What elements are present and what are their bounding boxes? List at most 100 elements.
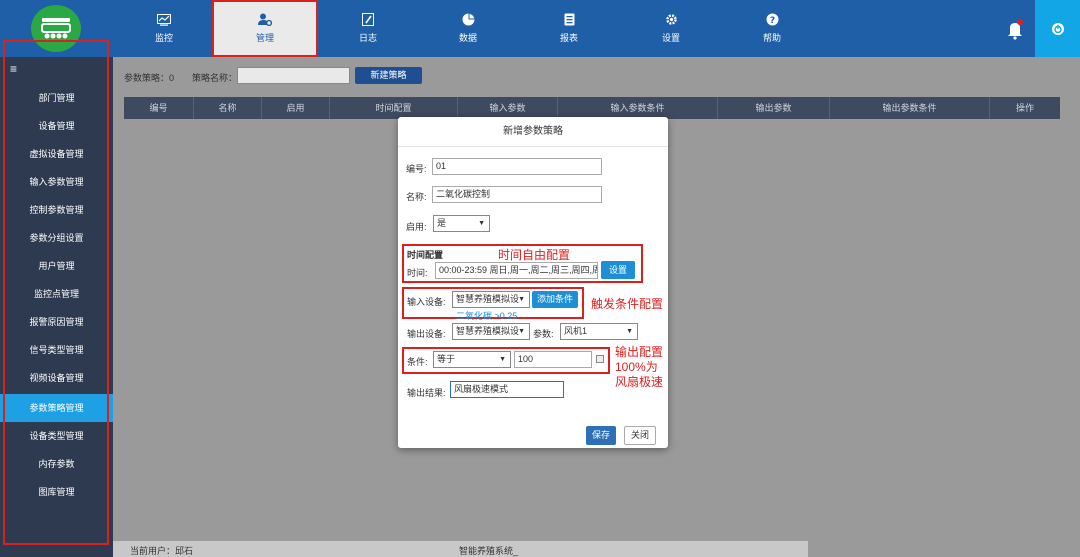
column-header-time[interactable]: 时间配置 <box>330 97 458 119</box>
sidebar-item-device-type[interactable]: 设备类型管理 <box>0 424 113 448</box>
condition-operator-select[interactable]: 等于 ▼ <box>433 351 511 368</box>
gear-icon <box>665 14 677 25</box>
table-header: 编号 名称 启用 时间配置 输入参数 输入参数条件 输出参数 输出参数条件 操作 <box>124 97 1060 119</box>
nav-label: 日志 <box>358 33 377 43</box>
sidebar-item-gallery[interactable]: 图库管理 <box>0 480 113 504</box>
nav-label: 监控 <box>154 32 173 43</box>
new-strategy-button[interactable]: 新建策略 <box>355 67 422 84</box>
condition-operator-value: 等于 <box>437 354 456 364</box>
condition-value-input[interactable]: 100 <box>514 351 592 368</box>
sidebar-item-department[interactable]: 部门管理 <box>0 86 113 110</box>
column-header-input-param[interactable]: 输入参数 <box>458 97 558 119</box>
result-input[interactable]: 风扇极速模式 <box>450 381 564 398</box>
column-header-output-condition[interactable]: 输出参数条件 <box>830 97 990 119</box>
help-icon: ? <box>766 13 778 26</box>
nav-label: 设置 <box>661 33 680 43</box>
nav-report[interactable]: 报表 <box>529 0 609 57</box>
chevron-down-icon: ▼ <box>518 296 525 303</box>
chevron-down-icon: ▼ <box>478 220 485 227</box>
enable-select[interactable]: 是 ▼ <box>433 215 490 232</box>
column-header-id[interactable]: 编号 <box>124 97 194 119</box>
nav-label: 帮助 <box>762 33 781 43</box>
sidebar-item-control-param[interactable]: 控制参数管理 <box>0 198 113 222</box>
input-device-value: 智慧养殖模拟设 <box>456 294 520 304</box>
param-select-value: 风机1 <box>564 326 588 336</box>
enable-select-value: 是 <box>437 218 447 228</box>
nav-settings[interactable]: 设置 <box>631 0 711 57</box>
sidebar-item-memory-param[interactable]: 内存参数 <box>0 452 113 476</box>
current-user: 当前用户：邱石 <box>130 546 194 556</box>
id-input[interactable]: 01 <box>432 158 602 175</box>
strategy-name-label: 策略名称： <box>192 73 238 83</box>
annotation-output-line3: 风扇极速 <box>615 375 664 389</box>
strategy-name-input[interactable] <box>237 67 350 84</box>
annotation-output-line1: 输出配置 <box>615 345 664 359</box>
condition-label: 条件: <box>407 357 428 367</box>
nav-label: 管理 <box>255 33 274 43</box>
add-condition-button[interactable]: 添加条件 <box>532 291 578 308</box>
logo[interactable] <box>31 5 81 52</box>
id-label: 编号: <box>406 164 427 174</box>
param-select[interactable]: 风机1 ▼ <box>560 323 638 340</box>
sidebar-item-input-param[interactable]: 输入参数管理 <box>0 170 113 194</box>
nav-data[interactable]: 数据 <box>428 0 508 57</box>
sidebar-item-user[interactable]: 用户管理 <box>0 254 113 278</box>
nav-label: 报表 <box>559 33 578 43</box>
menu-toggle-icon[interactable]: ≡ <box>10 63 17 75</box>
user-gear-icon <box>258 13 272 26</box>
report-icon <box>564 13 574 26</box>
system-name: 智能养殖系统_ <box>459 546 519 556</box>
annotation-output-line2: 100%为 <box>615 360 658 374</box>
time-input[interactable]: 00:00-23:59 周日,周一,周二,周三,周四,周 <box>435 262 598 279</box>
column-header-enabled[interactable]: 启用 <box>262 97 330 119</box>
close-button[interactable]: 关闭 <box>624 426 656 445</box>
nav-manage[interactable]: 管理 <box>212 0 318 57</box>
enable-label: 启用: <box>406 222 427 232</box>
nav-label: 数据 <box>458 33 477 43</box>
column-header-actions[interactable]: 操作 <box>990 97 1060 119</box>
annotation-trigger: 触发条件配置 <box>591 297 664 311</box>
input-device-select[interactable]: 智慧养殖模拟设 ▼ <box>452 291 530 308</box>
output-device-label: 输出设备: <box>407 329 446 339</box>
sidebar-item-video-device[interactable]: 视频设备管理 <box>0 366 113 390</box>
time-set-button[interactable]: 设置 <box>601 261 635 279</box>
column-header-name[interactable]: 名称 <box>194 97 262 119</box>
nav-monitor[interactable]: 监控 <box>124 0 204 57</box>
sidebar-item-param-strategy[interactable]: 参数策略管理 <box>0 394 113 422</box>
time-label: 时间: <box>407 268 428 278</box>
notification-bell[interactable] <box>1005 18 1025 40</box>
output-device-select[interactable]: 智慧养殖模拟设 ▼ <box>452 323 530 340</box>
save-button[interactable]: 保存 <box>586 426 616 445</box>
nav-help[interactable]: ? 帮助 <box>732 0 812 57</box>
chevron-down-icon: ▼ <box>626 328 633 335</box>
bell-icon <box>1008 19 1023 40</box>
power-icon <box>1051 22 1064 35</box>
condition-checkbox[interactable] <box>596 355 604 363</box>
log-edit-icon <box>362 13 374 26</box>
annotation-time: 时间自由配置 <box>498 248 571 262</box>
sidebar-item-virtual-device[interactable]: 虚拟设备管理 <box>0 142 113 166</box>
chevron-down-icon: ▼ <box>499 356 506 363</box>
name-label: 名称: <box>406 192 427 202</box>
svg-text:?: ? <box>769 16 774 26</box>
result-label: 输出结果: <box>407 388 446 398</box>
name-input[interactable]: 二氧化碳控制 <box>432 186 602 203</box>
param-label: 参数: <box>533 329 554 339</box>
top-navigation-bar: 监控 管理 日志 数据 报表 设置 ? 帮助 <box>0 0 1080 57</box>
nav-log[interactable]: 日志 <box>328 0 408 57</box>
power-button[interactable] <box>1035 0 1080 57</box>
output-device-value: 智慧养殖模拟设 <box>456 326 520 336</box>
dialog-title: 新增参数策略 <box>398 117 668 147</box>
sidebar-item-param-group[interactable]: 参数分组设置 <box>0 226 113 250</box>
sidebar-item-monitor-point[interactable]: 监控点管理 <box>0 282 113 306</box>
strategy-count: 参数策略：0 <box>124 73 175 83</box>
pie-chart-icon <box>462 13 474 26</box>
time-config-heading: 时间配置 <box>407 250 444 260</box>
input-device-label: 输入设备: <box>407 297 446 307</box>
column-header-output-param[interactable]: 输出参数 <box>718 97 830 119</box>
sidebar-item-signal-type[interactable]: 信号类型管理 <box>0 338 113 362</box>
input-condition-text[interactable]: 二氧化碳 >0.25 <box>456 309 517 322</box>
sidebar-item-alarm-reason[interactable]: 报警原因管理 <box>0 310 113 334</box>
column-header-input-condition[interactable]: 输入参数条件 <box>558 97 718 119</box>
sidebar-item-device[interactable]: 设备管理 <box>0 114 113 138</box>
